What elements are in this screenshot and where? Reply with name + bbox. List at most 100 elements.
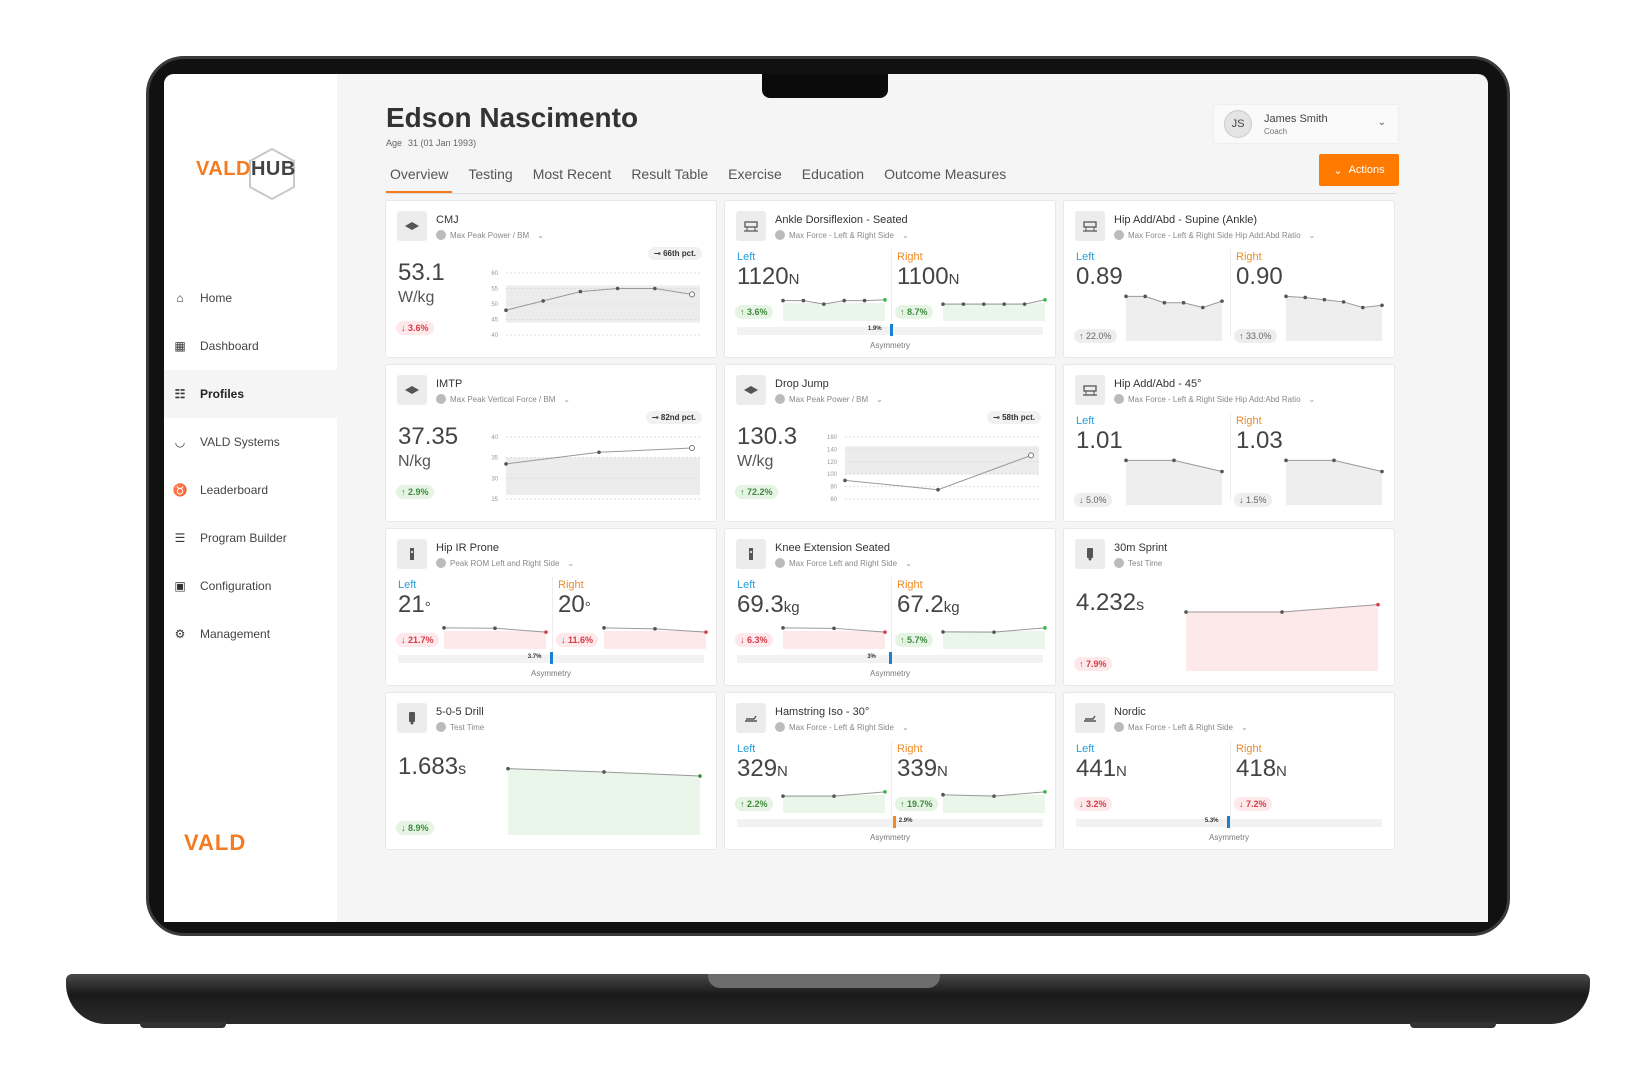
metric-selector[interactable]: Max Force - Left & Right Side ⌄ xyxy=(1114,722,1248,732)
tab-testing[interactable]: Testing xyxy=(464,164,516,193)
sidebar-item-leaderboard[interactable]: ♉ Leaderboard xyxy=(164,466,337,514)
right-label: Right xyxy=(897,251,923,263)
metric-card-drill505[interactable]: 5-0-5 Drill Test Time 1.683s ↓ 8.9% xyxy=(385,692,717,850)
chevron-down-icon[interactable]: ⌄ xyxy=(1309,231,1316,240)
tab-overview[interactable]: Overview xyxy=(386,164,453,193)
chart-point xyxy=(843,478,847,483)
sidebar-item-label: Program Builder xyxy=(200,531,287,545)
tab-most-recent[interactable]: Most Recent xyxy=(529,164,616,193)
sidebar-item-program-builder[interactable]: ☰ Program Builder xyxy=(164,514,337,562)
sidebar-item-home[interactable]: ⌂ Home xyxy=(164,274,337,322)
chevron-down-icon[interactable]: ⌄ xyxy=(537,231,544,240)
metric-card-knee-ext[interactable]: Knee Extension Seated Max Force Left and … xyxy=(724,528,1056,686)
right-trend-chart xyxy=(941,626,1047,649)
info-icon xyxy=(436,394,446,404)
right-label: Right xyxy=(897,743,923,755)
sidebar-item-profiles[interactable]: ☷ Profiles xyxy=(164,370,337,418)
y-tick-label: 100 xyxy=(827,472,838,478)
metric-card-hip-add-supine[interactable]: Hip Add/Abd - Supine (Ankle) Max Force - … xyxy=(1063,200,1395,358)
chart-point xyxy=(1322,297,1327,302)
profile-main: Edson Nascimento Age 31 (01 Jan 1993) Ove… xyxy=(337,74,1488,922)
value-unit: ° xyxy=(584,599,591,616)
metric-selector[interactable]: Max Peak Power / BM ⌄ xyxy=(775,394,883,404)
chart-point xyxy=(602,770,606,774)
info-icon xyxy=(436,722,446,732)
metric-selector[interactable]: Max Peak Power / BM ⌄ xyxy=(436,230,544,240)
trend-band xyxy=(444,631,546,649)
metric-value: 130.3 xyxy=(737,423,798,450)
valdhub-logo[interactable]: VALDHUB xyxy=(196,158,296,181)
left-change-badge: ↑ 22.0% xyxy=(1074,329,1117,343)
asymmetry-value: 5.3% xyxy=(1204,818,1219,824)
metric-card-hip-add-45[interactable]: Hip Add/Abd - 45° Max Force - Left & Righ… xyxy=(1063,364,1395,522)
sidebar-item-vald-systems[interactable]: ◡ VALD Systems xyxy=(164,418,337,466)
card-title: Drop Jump xyxy=(775,378,829,390)
asymmetry-label: Asymmetry xyxy=(870,341,910,350)
dynamo-bench-icon xyxy=(1075,375,1105,405)
laptop-hinge-notch xyxy=(708,974,940,988)
chart-area xyxy=(1286,296,1382,341)
metric-card-nordic[interactable]: Nordic Max Force - Left & Right Side ⌄ Left… xyxy=(1063,692,1395,850)
metric-name: Max Force Left and Right Side xyxy=(789,558,898,568)
tab-result-table[interactable]: Result Table xyxy=(627,164,712,193)
left-value: 441N xyxy=(1076,755,1127,783)
metric-card-drop-jump[interactable]: Drop Jump Max Peak Power / BM ⌄ 130.3 W/kg ↑ … xyxy=(724,364,1056,522)
chart-point xyxy=(1043,790,1047,794)
sidebar-item-dashboard[interactable]: ▦ Dashboard xyxy=(164,322,337,370)
tab-outcome-measures[interactable]: Outcome Measures xyxy=(880,164,1010,193)
info-icon xyxy=(436,230,446,240)
tab-education[interactable]: Education xyxy=(798,164,868,193)
metric-selector[interactable]: Max Force - Left & Right Side ⌄ xyxy=(775,230,909,240)
metric-card-hip-ir[interactable]: Hip IR Prone Peak ROM Left and Right Side… xyxy=(385,528,717,686)
chart-point xyxy=(541,299,545,303)
right-label: Right xyxy=(1236,251,1262,263)
metric-name: Max Peak Power / BM xyxy=(450,230,530,240)
metric-selector[interactable]: Peak ROM Left and Right Side ⌄ xyxy=(436,558,574,568)
chart-point xyxy=(822,302,826,306)
chevron-down-icon[interactable]: ⌄ xyxy=(1309,395,1316,404)
chart-point xyxy=(544,630,548,634)
tab-exercise[interactable]: Exercise xyxy=(724,164,786,193)
app-screen: VALDHUB ⌂ Home ▦ Dashboard ☷ Profiles ◡ VALD Sy… xyxy=(164,74,1488,922)
chevron-down-icon[interactable]: ⌄ xyxy=(1241,723,1248,732)
chevron-down-icon[interactable]: ⌄ xyxy=(902,723,909,732)
side-divider xyxy=(1230,413,1231,501)
actions-button[interactable]: ⌄ Actions xyxy=(1319,154,1399,186)
metric-selector[interactable]: Max Force - Left & Right Side Hip Add:Ab… xyxy=(1114,230,1315,240)
chart-point xyxy=(689,444,695,451)
change-badge: ↑ 72.2% xyxy=(735,485,778,499)
metric-selector[interactable]: Max Force - Left & Right Side ⌄ xyxy=(775,722,909,732)
value-unit: kg xyxy=(943,599,960,616)
management-icon: ⚙ xyxy=(174,627,186,641)
metric-card-imtp[interactable]: IMTP Max Peak Vertical Force / BM ⌄ 37.35 N/… xyxy=(385,364,717,522)
sidebar-item-configuration[interactable]: ▣ Configuration xyxy=(164,562,337,610)
metric-value: 53.1 xyxy=(398,259,445,286)
chevron-down-icon[interactable]: ⌄ xyxy=(567,559,574,568)
info-icon xyxy=(1114,230,1124,240)
age-value: 31 (01 Jan 1993) xyxy=(408,138,477,148)
chart-point xyxy=(1043,298,1047,302)
info-icon xyxy=(775,558,785,568)
chevron-down-icon[interactable]: ⌄ xyxy=(905,559,912,568)
metric-card-sprint30[interactable]: 30m Sprint Test Time 4.232s ↑ 7.9% xyxy=(1063,528,1395,686)
chart-point xyxy=(781,794,785,798)
chart-point xyxy=(1380,303,1384,308)
metric-selector[interactable]: Max Peak Vertical Force / BM ⌄ xyxy=(436,394,570,404)
value-unit: N xyxy=(788,271,800,288)
chevron-down-icon[interactable]: ⌄ xyxy=(563,395,570,404)
laptop-foot xyxy=(140,1022,226,1028)
left-change-badge: ↓ 3.2% xyxy=(1074,797,1112,811)
metric-card-cmj[interactable]: CMJ Max Peak Power / BM ⌄ 53.1 W/kg ↓ 3.6% ⊸ 6… xyxy=(385,200,717,358)
chevron-down-icon[interactable]: ⌄ xyxy=(902,231,909,240)
asymmetry-marker xyxy=(889,652,893,664)
value-unit: N xyxy=(937,763,948,780)
chevron-down-icon[interactable]: ⌄ xyxy=(876,395,883,404)
chart-point xyxy=(961,302,966,306)
metric-selector[interactable]: Max Force Left and Right Side ⌄ xyxy=(775,558,912,568)
asymmetry-bar: 5.3% xyxy=(1076,816,1382,828)
user-menu[interactable]: JS James Smith Coach ⌄ xyxy=(1213,104,1399,144)
metric-card-hamstring-iso[interactable]: Hamstring Iso - 30° Max Force - Left & Ri… xyxy=(724,692,1056,850)
metric-selector[interactable]: Max Force - Left & Right Side Hip Add:Ab… xyxy=(1114,394,1315,404)
sidebar-item-management[interactable]: ⚙ Management xyxy=(164,610,337,658)
metric-card-ankle-df[interactable]: Ankle Dorsiflexion - Seated Max Force - L… xyxy=(724,200,1056,358)
